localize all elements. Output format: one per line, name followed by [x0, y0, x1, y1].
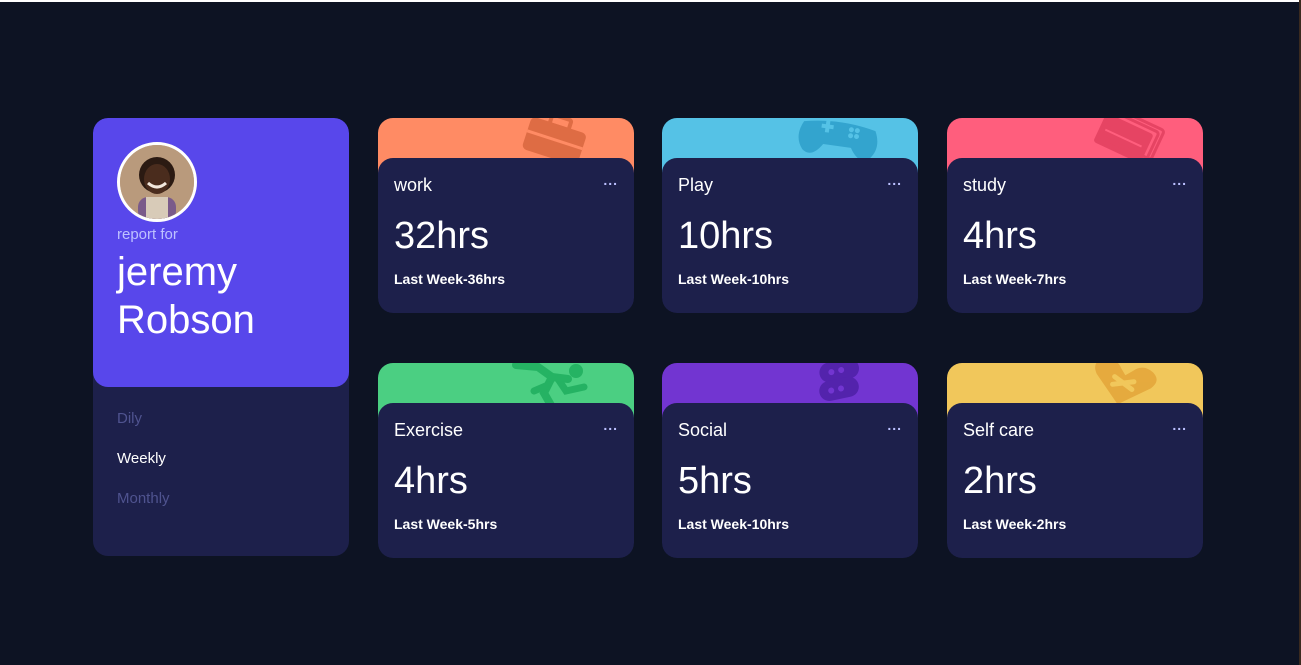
card-title: work	[394, 175, 433, 195]
card-body[interactable]: Self care ... 2hrs Last Week-2hrs	[947, 403, 1203, 558]
avatar-image	[120, 145, 194, 219]
card-title: Play	[678, 175, 714, 195]
previous-hours: Last Week-10hrs	[678, 516, 790, 532]
activity-card-study: study ... 4hrs Last Week-7hrs	[947, 118, 1203, 313]
activity-card-exercise: Exercise ... 4hrs Last Week-5hrs	[378, 363, 634, 558]
card-title: study	[963, 175, 1007, 195]
ellipsis-icon[interactable]: ...	[603, 172, 618, 188]
activity-card-social: Social ... 5hrs Last Week-10hrs	[662, 363, 918, 558]
ellipsis-icon[interactable]: ...	[887, 417, 902, 433]
profile-header: report for jeremy Robson	[93, 118, 349, 387]
card-body[interactable]: Play ... 10hrs Last Week-10hrs	[662, 158, 918, 313]
current-hours: 4hrs	[394, 460, 468, 502]
activity-card-play: Play ... 10hrs Last Week-10hrs	[662, 118, 918, 313]
card-title: Self care	[963, 420, 1035, 440]
period-monthly[interactable]: Monthly	[117, 490, 170, 508]
previous-hours: Last Week-7hrs	[963, 271, 1067, 287]
previous-hours: Last Week-36hrs	[394, 271, 506, 287]
current-hours: 10hrs	[678, 215, 774, 257]
previous-hours: Last Week-10hrs	[678, 271, 790, 287]
current-hours: 2hrs	[963, 460, 1037, 502]
report-for-label: report for	[117, 226, 178, 243]
card-title: Exercise	[394, 420, 464, 440]
avatar	[117, 142, 197, 222]
period-weekly[interactable]: Weekly	[117, 450, 170, 468]
card-body[interactable]: work ... 32hrs Last Week-36hrs	[378, 158, 634, 313]
profile-card: report for jeremy Robson Dily Weekly Mon…	[93, 118, 349, 556]
card-title: Social	[678, 420, 728, 440]
ellipsis-icon[interactable]: ...	[1172, 172, 1187, 188]
card-body[interactable]: Social ... 5hrs Last Week-10hrs	[662, 403, 918, 558]
card-body[interactable]: study ... 4hrs Last Week-7hrs	[947, 158, 1203, 313]
card-body[interactable]: Exercise ... 4hrs Last Week-5hrs	[378, 403, 634, 558]
user-name: jeremy Robson	[117, 250, 255, 342]
activity-card-work: work ... 32hrs Last Week-36hrs	[378, 118, 634, 313]
current-hours: 32hrs	[394, 215, 490, 257]
period-selector: Dily Weekly Monthly	[117, 410, 170, 508]
ellipsis-icon[interactable]: ...	[887, 172, 902, 188]
current-hours: 4hrs	[963, 215, 1037, 257]
period-daily[interactable]: Dily	[117, 410, 170, 428]
activity-card-self-care: Self care ... 2hrs Last Week-2hrs	[947, 363, 1203, 558]
window-top-border	[0, 0, 1301, 2]
ellipsis-icon[interactable]: ...	[1172, 417, 1187, 433]
previous-hours: Last Week-5hrs	[394, 516, 498, 532]
ellipsis-icon[interactable]: ...	[603, 417, 618, 433]
current-hours: 5hrs	[678, 460, 752, 502]
previous-hours: Last Week-2hrs	[963, 516, 1067, 532]
